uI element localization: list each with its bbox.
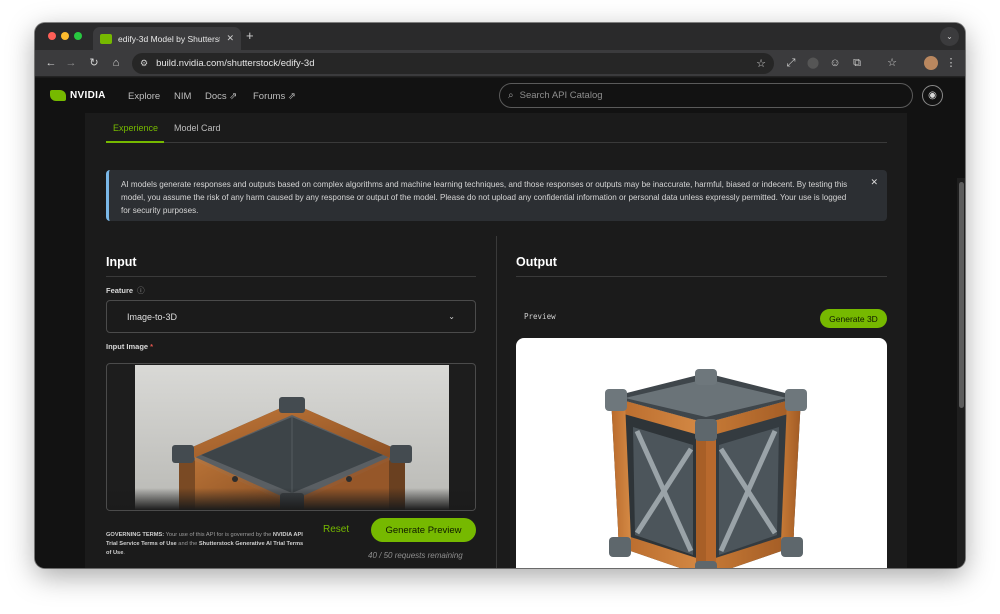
input-title: Input bbox=[106, 255, 137, 269]
search-input[interactable] bbox=[519, 90, 904, 101]
input-image-label: Input Image * bbox=[106, 342, 154, 351]
disclaimer-banner: AI models generate responses and outputs… bbox=[106, 170, 887, 221]
user-icon[interactable]: ◉ bbox=[922, 85, 943, 106]
chevron-down-icon: ⌄ bbox=[448, 312, 455, 321]
tab-experience[interactable]: Experience bbox=[113, 123, 158, 133]
output-preview-panel[interactable] bbox=[516, 338, 887, 568]
column-divider bbox=[496, 236, 497, 568]
home-icon[interactable]: ⌂ bbox=[108, 55, 124, 71]
extension-face-icon[interactable]: ☺ bbox=[827, 55, 843, 71]
external-link-icon: ⇗ bbox=[287, 91, 296, 102]
nav-forums[interactable]: Forums ⇗ bbox=[253, 91, 296, 102]
bookmark-star-icon[interactable]: ☆ bbox=[756, 57, 766, 70]
close-icon[interactable]: ✕ bbox=[870, 177, 878, 188]
tab-title: edify-3d Model by Shutterstock bbox=[118, 33, 221, 44]
nvidia-eye-icon bbox=[50, 90, 66, 101]
puzzle-extensions-icon[interactable]: ⧉ bbox=[849, 55, 865, 71]
zoom-window-button[interactable] bbox=[74, 32, 82, 40]
preview-label: Preview bbox=[524, 312, 556, 321]
nav-docs[interactable]: Docs ⇗ bbox=[205, 91, 237, 102]
browser-tab[interactable]: edify-3d Model by Shutterstock ✕ bbox=[93, 27, 241, 50]
back-arrow-icon[interactable]: ← bbox=[43, 55, 59, 71]
nvidia-logo[interactable]: NVIDIA bbox=[50, 90, 106, 101]
image-fade bbox=[107, 488, 475, 510]
tab-model-card[interactable]: Model Card bbox=[174, 123, 221, 133]
generate-preview-button[interactable]: Generate Preview bbox=[371, 518, 476, 542]
browser-window: edify-3d Model by Shutterstock ✕ + ⌄ ← →… bbox=[35, 23, 965, 568]
forward-arrow-icon[interactable]: → bbox=[63, 55, 79, 71]
required-mark: * bbox=[150, 342, 154, 351]
tab-search-icon[interactable]: ⌄ bbox=[940, 27, 959, 46]
requests-remaining: 40 / 50 requests remaining bbox=[368, 551, 463, 560]
new-tab-icon[interactable]: + bbox=[246, 28, 254, 43]
output-crate-image bbox=[605, 369, 807, 568]
site-header: NVIDIA Explore NIM Docs ⇗ Forums ⇗ ⌕ ◉ bbox=[35, 78, 965, 113]
feature-select[interactable]: Image-to-3D ⌄ bbox=[106, 300, 476, 333]
browser-toolbar: ← → ↻ ⌂ ⚙ build.nvidia.com/shutterstock/… bbox=[35, 50, 965, 77]
input-rule bbox=[106, 276, 476, 277]
reload-icon[interactable]: ↻ bbox=[86, 55, 102, 71]
catalog-search[interactable]: ⌕ bbox=[499, 83, 913, 108]
more-menu-icon[interactable]: ⋮ bbox=[943, 55, 959, 71]
minimize-window-button[interactable] bbox=[61, 32, 69, 40]
logo-text: NVIDIA bbox=[70, 90, 106, 101]
close-window-button[interactable] bbox=[48, 32, 56, 40]
nav-explore[interactable]: Explore bbox=[128, 91, 160, 102]
extension-icon[interactable]: ⬤ bbox=[805, 55, 821, 71]
profile-avatar[interactable] bbox=[924, 56, 938, 70]
generate-3d-button[interactable]: Generate 3D bbox=[820, 309, 887, 328]
title-bar: edify-3d Model by Shutterstock ✕ + ⌄ bbox=[35, 23, 965, 50]
output-rule bbox=[516, 276, 887, 277]
scrollbar-thumb[interactable] bbox=[959, 182, 964, 408]
tab-close-icon[interactable]: ✕ bbox=[226, 33, 234, 44]
main-content: Experience Model Card AI models generate… bbox=[85, 113, 907, 568]
search-icon: ⌕ bbox=[508, 90, 514, 101]
address-bar[interactable]: ⚙ build.nvidia.com/shutterstock/edify-3d… bbox=[132, 53, 774, 74]
nvidia-favicon-icon bbox=[100, 33, 112, 44]
input-image-dropzone[interactable] bbox=[106, 363, 476, 511]
extension-expand-icon[interactable]: ⤢ bbox=[783, 55, 799, 71]
web-page: NVIDIA Explore NIM Docs ⇗ Forums ⇗ ⌕ ◉ E… bbox=[35, 78, 965, 568]
address-url: build.nvidia.com/shutterstock/edify-3d bbox=[156, 58, 315, 69]
feature-label: Feature ⓘ bbox=[106, 286, 145, 295]
nav-nim[interactable]: NIM bbox=[174, 91, 191, 102]
feature-value: Image-to-3D bbox=[127, 311, 178, 322]
bookmarks-star-icon[interactable]: ☆ bbox=[884, 55, 900, 71]
site-info-icon[interactable]: ⚙ bbox=[140, 58, 148, 69]
disclaimer-text: AI models generate responses and outputs… bbox=[121, 180, 848, 215]
active-tab-indicator bbox=[106, 141, 164, 143]
page-tabs: Experience Model Card bbox=[106, 113, 887, 143]
governing-terms: GOVERNING TERMS: Your use of this API fo… bbox=[106, 532, 304, 556]
reset-button[interactable]: Reset bbox=[323, 524, 349, 535]
info-icon[interactable]: ⓘ bbox=[137, 286, 145, 295]
external-link-icon: ⇗ bbox=[229, 91, 238, 102]
output-title: Output bbox=[516, 255, 557, 269]
